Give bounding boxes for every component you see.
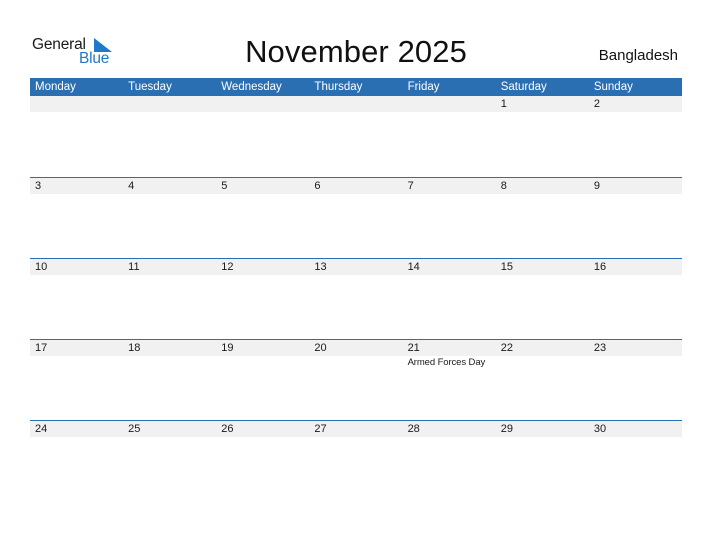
- day-number: 14: [407, 261, 420, 273]
- day-cell: 15: [496, 259, 589, 339]
- day-cell: 13: [309, 259, 402, 339]
- day-cell: 9: [589, 178, 682, 258]
- day-cell: 12: [216, 259, 309, 339]
- weekday-monday: Monday: [35, 81, 76, 93]
- day-number: 3: [35, 180, 42, 192]
- day-number: 19: [221, 342, 234, 354]
- day-cell: [30, 96, 123, 177]
- day-cell: 25: [123, 421, 216, 501]
- day-number: 22: [500, 342, 513, 354]
- day-cell: 8: [496, 178, 589, 258]
- day-number: 5: [221, 180, 228, 192]
- day-cell: 29: [496, 421, 589, 501]
- day-cell: 1: [496, 96, 589, 177]
- weeks-container: 1 2 3 4 5 6 7 8 9 10 11 12 13 14 15 16 17 18 19 20 21 Armed F…: [30, 96, 682, 501]
- week-row: 24 25 26 27 28 29 30: [30, 420, 682, 501]
- day-cell: 7: [403, 178, 496, 258]
- week-cells: 3 4 5 6 7 8 9: [30, 178, 682, 258]
- day-cell: 24: [30, 421, 123, 501]
- day-number: 12: [221, 261, 234, 273]
- day-cell: 21 Armed Forces Day: [403, 340, 496, 420]
- day-cell: 23: [589, 340, 682, 420]
- day-cell: 14: [403, 259, 496, 339]
- day-cell: 26: [216, 421, 309, 501]
- day-number: 17: [35, 342, 48, 354]
- day-cell: [123, 96, 216, 177]
- week-cells: 10 11 12 13 14 15 16: [30, 259, 682, 339]
- weekday-header: Monday Tuesday Wednesday Thursday Friday…: [30, 78, 682, 96]
- weekday-friday: Friday: [407, 81, 440, 93]
- day-number: 26: [221, 423, 234, 435]
- week-row: 3 4 5 6 7 8 9: [30, 177, 682, 258]
- week-cells: 17 18 19 20 21 Armed Forces Day 22 23: [30, 340, 682, 420]
- day-number: 8: [500, 180, 507, 192]
- day-number: 18: [128, 342, 141, 354]
- day-cell: [309, 96, 402, 177]
- day-cell: 30: [589, 421, 682, 501]
- day-cell: 2: [589, 96, 682, 177]
- day-number: 21: [407, 342, 420, 354]
- day-cell: 3: [30, 178, 123, 258]
- day-cell: [403, 96, 496, 177]
- day-number: 16: [593, 261, 607, 273]
- day-cell: 20: [309, 340, 402, 420]
- weekday-thursday: Thursday: [314, 81, 363, 93]
- day-number: 29: [500, 423, 513, 435]
- day-cell: 16: [589, 259, 682, 339]
- country-label: Bangladesh: [598, 47, 678, 64]
- day-number: 7: [407, 180, 414, 192]
- weekday-wednesday: Wednesday: [221, 81, 282, 93]
- calendar-grid: Monday Tuesday Wednesday Thursday Friday…: [30, 78, 682, 501]
- week-cells: 24 25 26 27 28 29 30: [30, 421, 682, 501]
- day-number: 2: [593, 98, 600, 110]
- weekday-tuesday: Tuesday: [128, 81, 172, 93]
- day-cell: 18: [123, 340, 216, 420]
- day-number: 25: [128, 423, 141, 435]
- day-number: 20: [314, 342, 327, 354]
- week-row: 12: [30, 96, 682, 177]
- day-number: 6: [314, 180, 321, 192]
- day-number: 9: [593, 180, 600, 192]
- day-number: 1: [500, 98, 507, 110]
- day-number: 23: [593, 342, 607, 354]
- holiday-label: Armed Forces Day: [407, 357, 486, 368]
- week-row: 10 11 12 13 14 15 16: [30, 258, 682, 339]
- day-number: 4: [128, 180, 135, 192]
- day-cell: 4: [123, 178, 216, 258]
- week-cells: 12: [30, 96, 682, 177]
- weekday-saturday: Saturday: [500, 81, 547, 93]
- weekday-sunday: Sunday: [593, 81, 633, 93]
- day-cell: 28: [403, 421, 496, 501]
- day-cell: 22: [496, 340, 589, 420]
- day-number: 11: [128, 261, 140, 273]
- day-cell: 27: [309, 421, 402, 501]
- day-number: 15: [500, 261, 513, 273]
- day-cell: 10: [30, 259, 123, 339]
- day-number: 24: [35, 423, 48, 435]
- day-cell: 11: [123, 259, 216, 339]
- day-cell: 17: [30, 340, 123, 420]
- day-number: 13: [314, 261, 327, 273]
- day-number: 30: [593, 423, 607, 435]
- week-row: 17 18 19 20 21 Armed Forces Day 22 23: [30, 339, 682, 420]
- day-cell: 19: [216, 340, 309, 420]
- day-number: 10: [35, 261, 48, 273]
- day-number: 27: [314, 423, 327, 435]
- day-number: 28: [407, 423, 420, 435]
- day-cell: [216, 96, 309, 177]
- day-cell: 5: [216, 178, 309, 258]
- day-cell: 6: [309, 178, 402, 258]
